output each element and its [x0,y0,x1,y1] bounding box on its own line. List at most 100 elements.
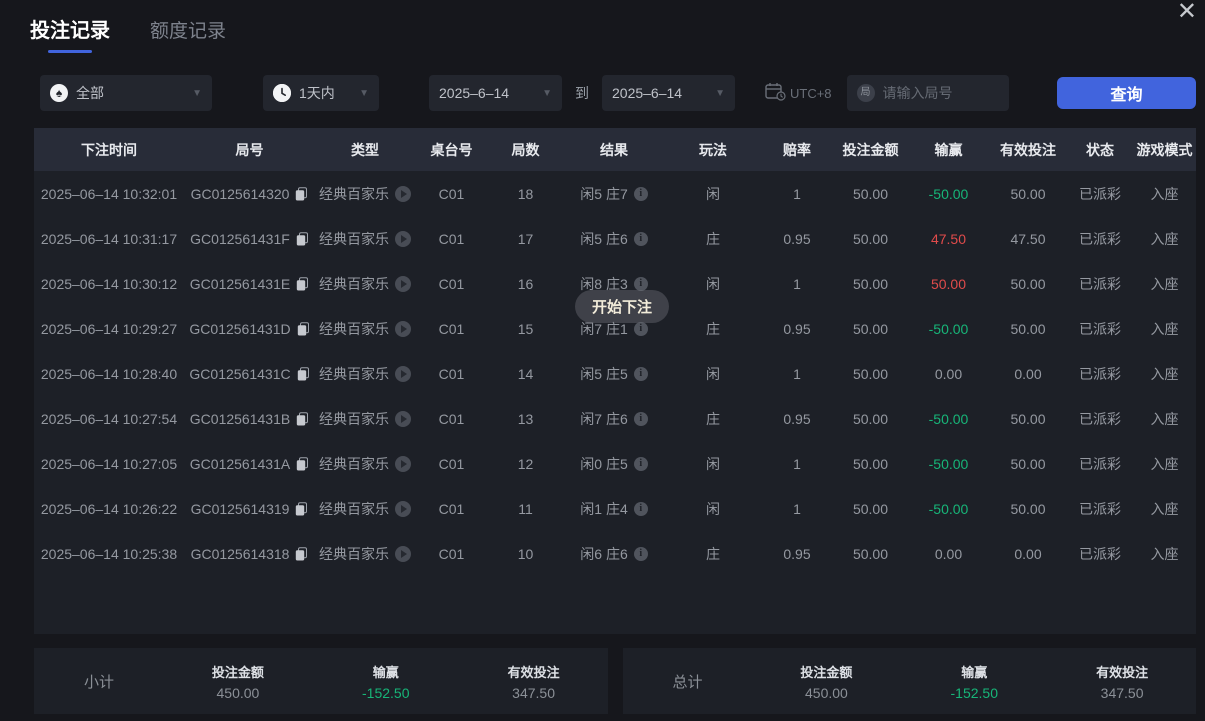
info-icon[interactable]: i [633,546,648,561]
table-body: 2025–06–14 10:32:01 GC0125614320 经典百家乐 C01 1… [34,171,1196,576]
table-number-text: C01 [438,365,465,382]
bet-time: 2025–06–14 10:27:54 [34,411,184,427]
status: 已派彩 [1067,544,1133,564]
bet-amount-text: 50.00 [852,410,889,427]
valid-bet: 50.00 [989,276,1067,292]
column-header: 桌台号 [430,141,473,158]
round-number-input[interactable]: 局 请输入局号 [846,75,1009,111]
valid-bet-text: 50.00 [1010,185,1046,202]
info-icon[interactable]: i [633,186,648,201]
table-row: 2025–06–14 10:27:05 GC012561431A 经典百家乐 C01 1… [34,441,1196,486]
tab-bar: 投注记录 额度记录 [30,14,1205,53]
info-icon[interactable]: i [633,501,648,516]
tab-label: 投注记录 [30,20,110,42]
total-bet: 投注金额 450.00 [753,662,901,701]
subtotal-label: 小计 [83,673,114,691]
play-method-text: 闲 [706,185,720,202]
valid-bet: 0.00 [989,546,1067,562]
valid-bet: 50.00 [989,411,1067,427]
status: 已派彩 [1067,229,1133,249]
table-number: C01 [415,456,488,472]
result-text: 闲5 庄5 [580,365,628,382]
status-text: 已派彩 [1079,500,1121,517]
table-header: 下注时间 局号 类型 桌台号 局数 结果 玩法 赔率 投注金额 输赢 有效投注 状态 游戏模式 [34,128,1196,171]
odds: 1 [761,456,833,472]
bet-amount: 50.00 [833,366,908,382]
info-icon[interactable]: i [633,276,648,291]
date-from-picker[interactable]: 2025–6–14 ▼ [429,75,562,111]
table-number-text: C01 [438,410,465,427]
table-number-text: C01 [438,230,465,247]
valid-bet: 0.00 [989,366,1067,382]
table-number: C01 [415,321,488,337]
round-id: GC0125614319 [184,501,315,517]
win-loss-text: 0.00 [934,365,963,382]
play-method: 闲 [665,454,761,474]
bet-amount: 50.00 [833,456,908,472]
copy-icon[interactable] [296,411,309,426]
round-id-text: GC0125614318 [190,545,290,562]
info-icon[interactable]: i [633,366,648,381]
valid-bet-text: 47.50 [1010,230,1046,247]
bet-amount-text: 50.00 [852,320,889,337]
valid-bet-text: 50.00 [1010,500,1046,517]
date-to-label: 到 [575,85,589,101]
info-icon[interactable]: i [633,456,648,471]
play-method-text: 闲 [706,275,720,292]
query-button[interactable]: 查询 [1057,77,1196,109]
copy-icon[interactable] [295,186,308,201]
round-id-text: GC012561431D [189,320,291,337]
odds-text: 1 [793,455,801,472]
result: 闲6 庄6 i [563,544,665,564]
time-range-select[interactable]: 1天内 ▼ [263,75,379,111]
copy-icon[interactable] [297,366,310,381]
info-icon[interactable]: i [633,231,648,246]
game-mode-text: 入座 [1150,320,1179,337]
play-circle-icon [395,500,411,517]
game-type-value: 全部 [76,85,104,101]
game-type-text: 经典百家乐 [319,455,389,472]
total-panel: 总计 投注金额 450.00 输赢 -152.50 有效投注 347.50 [622,648,1196,714]
date-to-picker[interactable]: 2025–6–14 ▼ [602,75,735,111]
result-text: 闲1 庄4 [580,500,628,517]
result-text: 闲0 庄5 [580,455,628,472]
status: 已派彩 [1067,274,1133,294]
status-text: 已派彩 [1079,365,1121,382]
play-method-text: 庄 [706,545,720,562]
bet-time-text: 2025–06–14 10:29:27 [40,320,178,337]
bet-time-text: 2025–06–14 10:25:38 [40,545,178,562]
copy-icon[interactable] [296,456,309,471]
game-type: 经典百家乐 [315,544,415,564]
copy-icon[interactable] [297,321,310,336]
info-icon[interactable]: i [633,411,648,426]
win-loss-value: -152.50 [950,684,998,701]
bet-time-text: 2025–06–14 10:32:01 [40,185,178,202]
valid-bet-value: 347.50 [512,684,555,701]
info-icon[interactable]: i [633,321,648,336]
play-method-text: 闲 [706,500,720,517]
round-count-text: 11 [518,500,533,517]
valid-bet-header: 有效投注 [507,664,560,680]
tab-betting-records[interactable]: 投注记录 [30,14,110,53]
game-type-text: 经典百家乐 [319,320,389,337]
odds: 1 [761,276,833,292]
odds: 1 [761,366,833,382]
spade-icon: ♠ [50,84,68,102]
game-mode-text: 入座 [1150,365,1179,382]
win-loss: -50.00 [908,456,989,472]
copy-icon[interactable] [295,546,308,561]
copy-icon[interactable] [295,501,308,516]
round-id: GC0125614320 [184,186,315,202]
copy-icon[interactable] [296,231,309,246]
clock-icon [273,84,291,102]
column-header: 状态 [1086,141,1114,158]
tab-quota-records[interactable]: 额度记录 [150,16,226,53]
game-mode: 入座 [1133,454,1196,474]
table-row: 2025–06–14 10:26:22 GC0125614319 经典百家乐 C01 1… [34,486,1196,531]
copy-icon[interactable] [296,276,309,291]
round-count: 17 [488,231,563,247]
game-type-select[interactable]: ♠ 全部 ▼ [40,75,212,111]
valid-bet: 50.00 [989,456,1067,472]
round-id: GC012561431F [184,231,315,247]
close-icon[interactable]: ✕ [1177,0,1197,24]
